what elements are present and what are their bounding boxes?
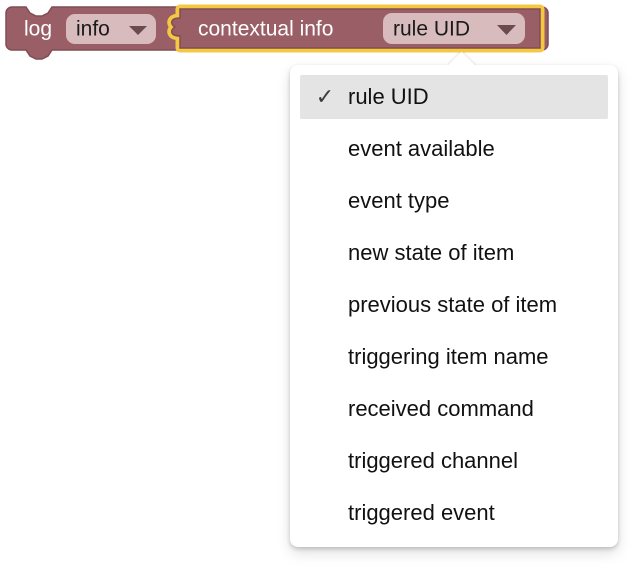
- contextual-info-block[interactable]: contextual info rule UID: [171, 8, 541, 49]
- menu-item-label: triggered channel: [348, 448, 519, 473]
- log-block-label: log: [24, 18, 52, 41]
- menu-item-received-command[interactable]: received command: [300, 387, 608, 431]
- menu-item-triggered-event[interactable]: triggered event: [300, 491, 608, 535]
- menu-item-label: triggering item name: [348, 344, 549, 369]
- menu-item-previous-state-of-item[interactable]: previous state of item: [300, 283, 608, 327]
- menu-item-triggering-item-name[interactable]: triggering item name: [300, 335, 608, 379]
- context-dropdown-menu[interactable]: ✓ rule UID event available event type ne…: [290, 65, 618, 547]
- menu-item-label: new state of item: [348, 240, 515, 265]
- menu-item-event-type[interactable]: event type: [300, 179, 608, 223]
- menu-item-label: event type: [348, 188, 450, 213]
- severity-field-value: info: [76, 18, 110, 41]
- menu-item-label: event available: [348, 136, 495, 161]
- menu-item-event-available[interactable]: event available: [300, 127, 608, 171]
- menu-item-label: previous state of item: [348, 292, 558, 317]
- dropdown-pointer-arrow: [448, 52, 476, 66]
- context-field-value: rule UID: [393, 18, 470, 41]
- menu-item-label: triggered event: [348, 500, 495, 525]
- contextual-info-label: contextual info: [198, 18, 333, 41]
- menu-item-triggered-channel[interactable]: triggered channel: [300, 439, 608, 483]
- menu-item-label: rule UID: [348, 84, 429, 109]
- menu-item-rule-uid[interactable]: ✓ rule UID: [300, 75, 608, 119]
- severity-dropdown-field[interactable]: info: [66, 14, 156, 44]
- check-icon: ✓: [315, 84, 335, 109]
- menu-item-label: received command: [348, 396, 534, 421]
- menu-item-new-state-of-item[interactable]: new state of item: [300, 231, 608, 275]
- context-dropdown-field[interactable]: rule UID: [383, 13, 525, 44]
